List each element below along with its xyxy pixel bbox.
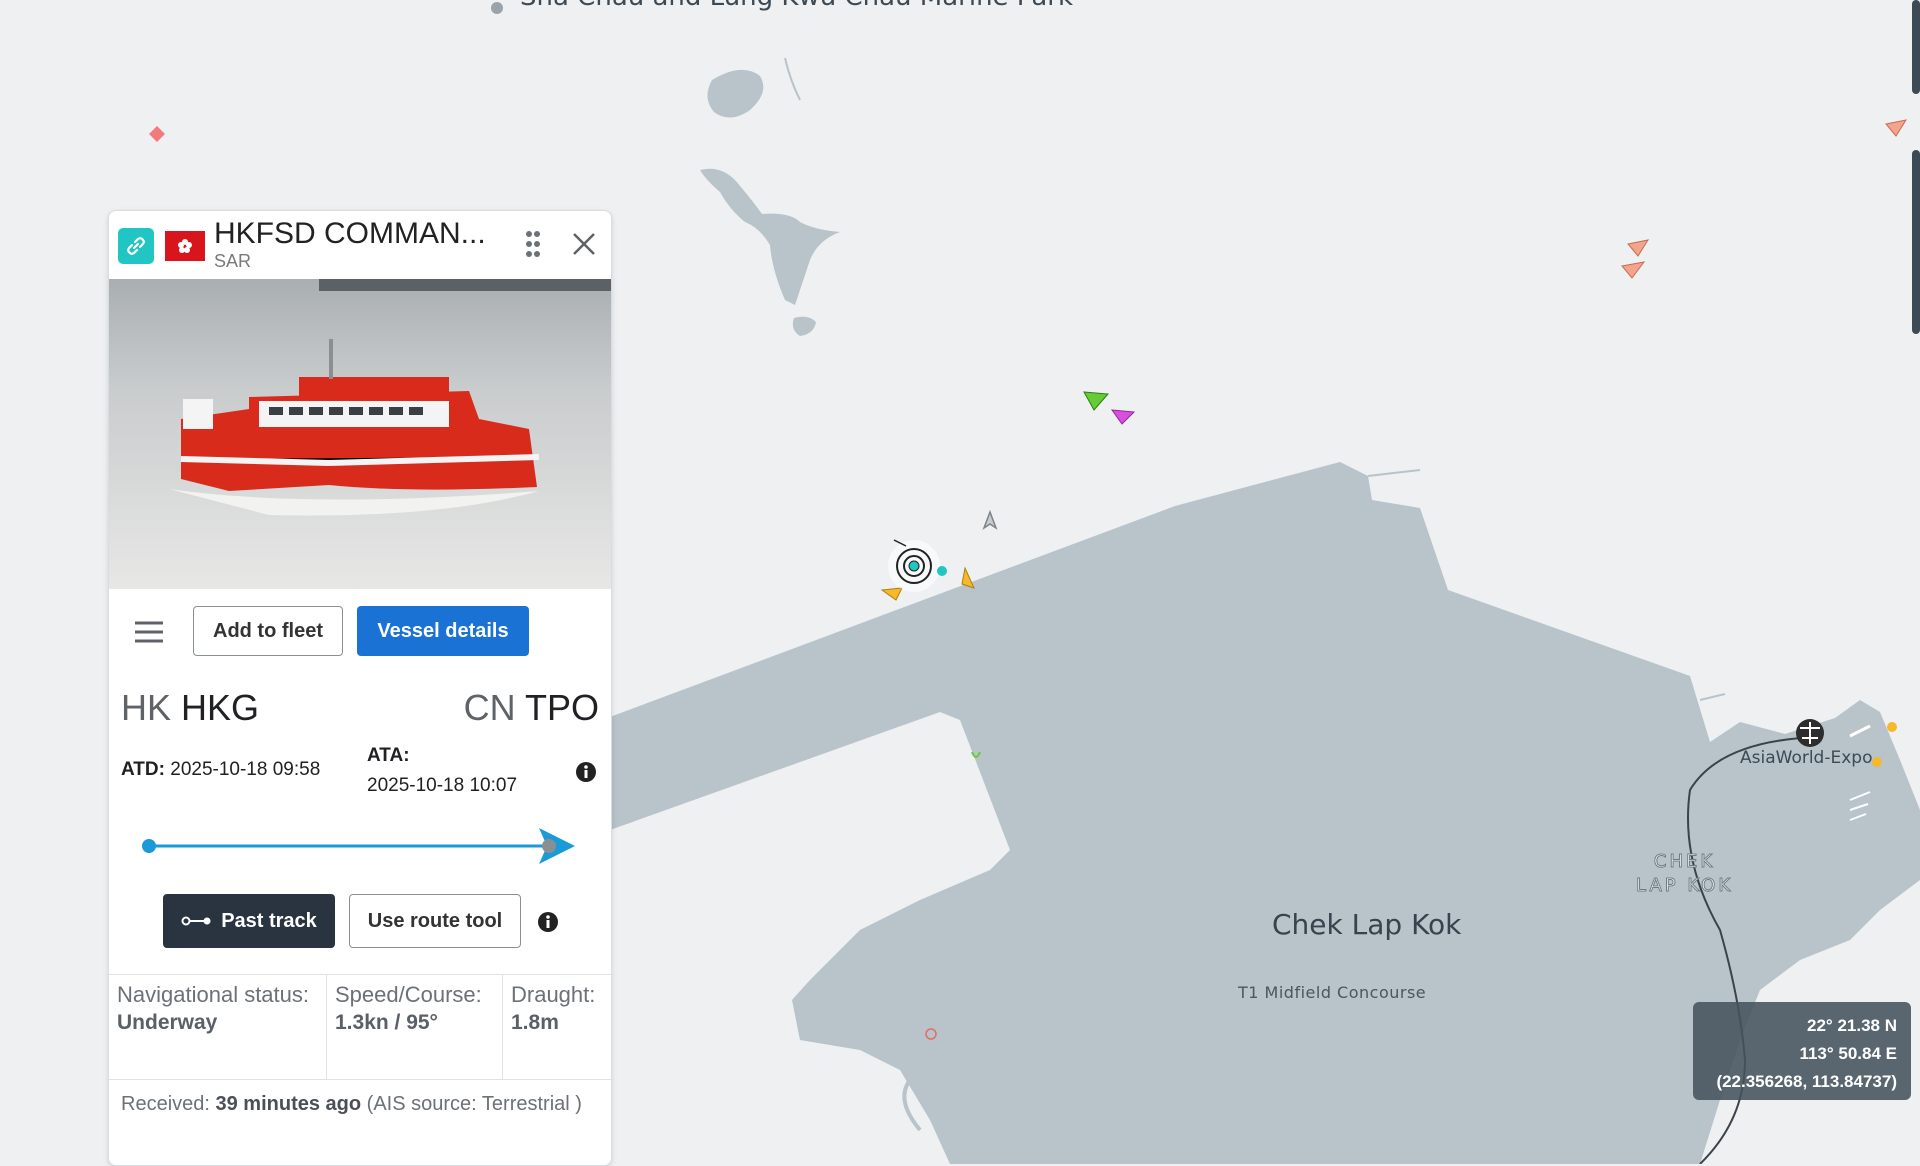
draught-value: 1.8m	[511, 1011, 559, 1034]
info-icon[interactable]	[575, 761, 597, 783]
vessel-photo[interactable]	[109, 279, 611, 589]
close-icon[interactable]	[571, 231, 597, 257]
draught-cell: Draught: 1.8m	[503, 975, 611, 1079]
coord-lon: 113° 50.84 E	[1799, 1044, 1897, 1063]
speed-course-cell: Speed/Course: 1.3kn / 95°	[327, 975, 503, 1079]
vessel-type: SAR	[214, 251, 252, 271]
progress-position-dot	[542, 839, 556, 853]
arrival-port[interactable]: CN TPO	[464, 687, 599, 729]
route-tool-button[interactable]: Use route tool	[349, 894, 521, 948]
nav-status-cell: Navigational status: Underway	[109, 975, 327, 1079]
ata-value: 2025-10-18 10:07	[367, 775, 518, 796]
vessel-name: HKFSD COMMAN...	[214, 217, 486, 250]
ata-label: ATA:	[367, 745, 410, 766]
received-info: Received: 39 minutes ago (AIS source: Te…	[121, 1087, 591, 1121]
received-source: (AIS source: Terrestrial )	[366, 1093, 582, 1115]
nav-status-value: Underway	[117, 1011, 218, 1034]
past-track-button[interactable]: Past track	[163, 894, 335, 948]
coordinate-readout: 22° 21.38 N 113° 50.84 E (22.356268, 113…	[1693, 1002, 1911, 1100]
menu-icon[interactable]	[133, 619, 165, 645]
panel-header: HKFSD COMMAN... SAR	[109, 211, 611, 279]
departure-country: HK	[121, 687, 172, 728]
speed-course-label: Speed/Course:	[335, 982, 482, 1007]
departure-port-code: HKG	[181, 687, 260, 728]
coord-decimal: (22.356268, 113.84737)	[1716, 1072, 1897, 1091]
flag-hk-icon	[165, 231, 205, 261]
metro-station-icon	[1796, 719, 1824, 747]
atd-label: ATD:	[121, 759, 165, 780]
received-time: 39 minutes ago	[215, 1093, 362, 1115]
map-label-terminal: T1 Midfield Concourse	[1238, 983, 1427, 1002]
add-to-fleet-button[interactable]: Add to fleet	[193, 606, 343, 656]
speed-course-value: 1.3kn / 95°	[335, 1011, 438, 1034]
atd-row: ATD: 2025-10-18 09:58	[121, 759, 320, 781]
district-line-2: LAP KOK	[1635, 875, 1734, 897]
draught-label: Draught:	[511, 982, 596, 1007]
map-label-marine-park: Sha Chau and Lung Kwu Chau Marine Park	[520, 0, 1073, 12]
departure-port[interactable]: HK HKG	[121, 687, 259, 729]
map-label-district: CHEK LAP KOK	[1635, 850, 1734, 898]
info-icon[interactable]	[537, 911, 559, 933]
nav-status-label: Navigational status:	[117, 982, 309, 1007]
voyage-progress-bar	[142, 828, 575, 864]
arrival-country: CN	[463, 687, 516, 728]
district-line-1: CHEK	[1653, 851, 1716, 873]
map-label-island: Chek Lap Kok	[1272, 908, 1462, 941]
received-label: Received:	[121, 1093, 210, 1115]
vessel-info-panel: HKFSD COMMAN... SAR Add to fleet Vessel …	[108, 210, 612, 1166]
coord-lat: 22° 21.38 N	[1807, 1016, 1897, 1035]
drag-handle-icon[interactable]	[525, 229, 541, 259]
atd-value: 2025-10-18 09:58	[170, 759, 321, 780]
progress-start-dot	[142, 839, 156, 853]
past-track-label: Past track	[221, 909, 317, 932]
link-icon[interactable]	[118, 228, 154, 264]
past-track-icon	[181, 916, 211, 926]
arrival-port-code: TPO	[524, 687, 599, 728]
vessel-details-button[interactable]: Vessel details	[357, 606, 529, 656]
vessel-stats: Navigational status: Underway Speed/Cour…	[109, 974, 611, 1080]
map-label-station: AsiaWorld-Expo	[1740, 748, 1873, 768]
